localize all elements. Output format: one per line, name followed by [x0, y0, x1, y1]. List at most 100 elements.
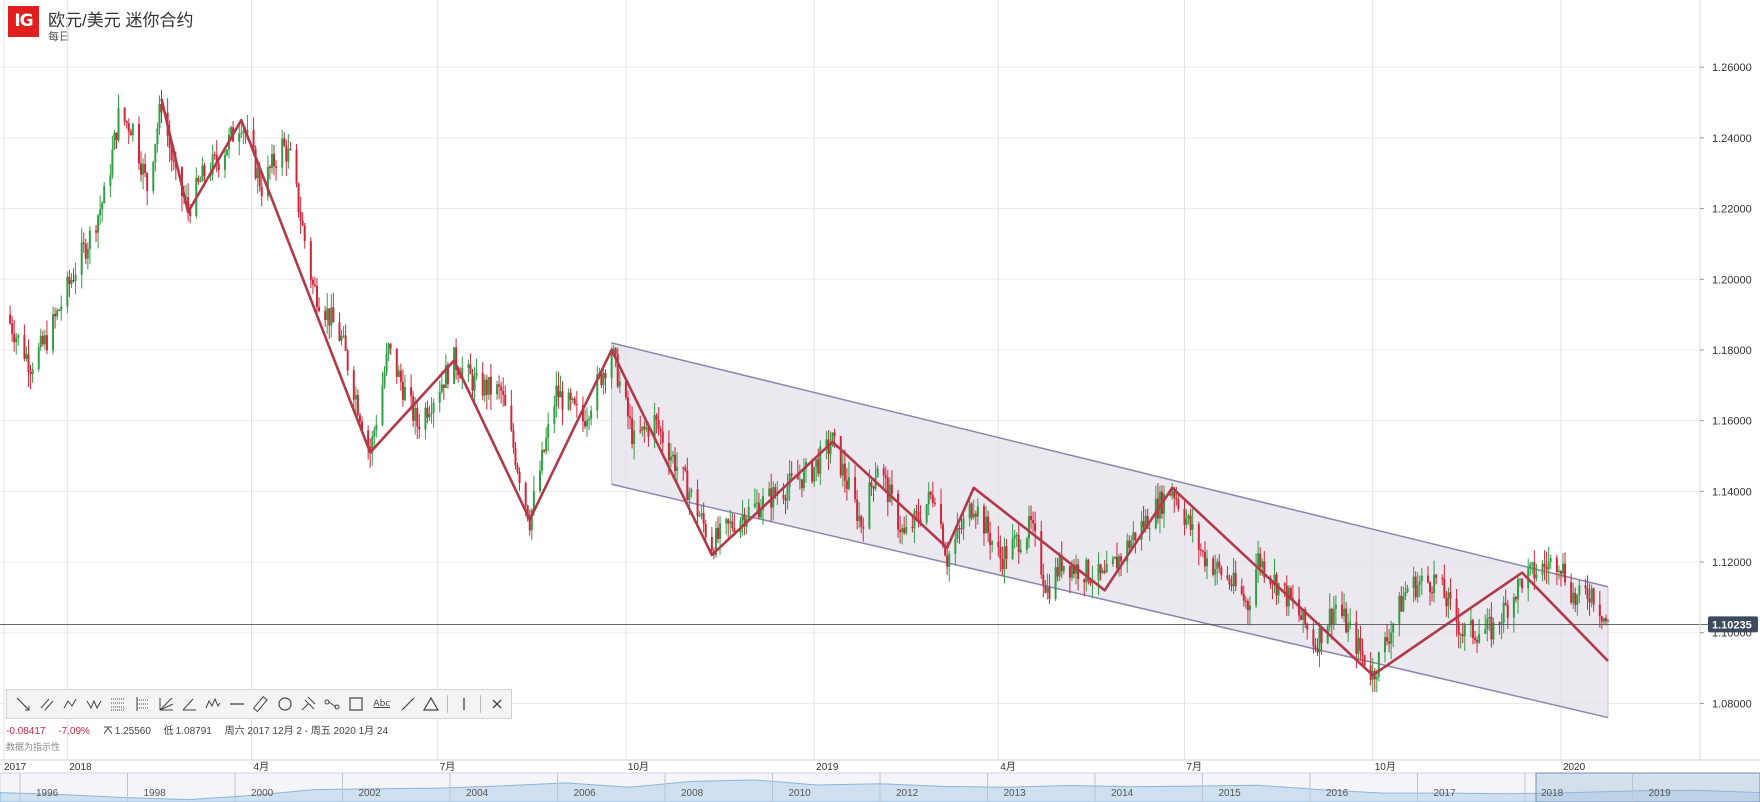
candle-body [342, 335, 345, 337]
candle-body [1212, 558, 1215, 575]
candle-body [25, 354, 28, 359]
candle-body [1488, 616, 1491, 619]
candle-body [303, 225, 306, 242]
pitchfork-tool-icon[interactable] [299, 693, 319, 715]
candle-body [917, 511, 920, 520]
price-chart[interactable]: 1.26000 1.24000 1.22000 1.20000 1.18000 1.160… [0, 0, 1760, 802]
candle-body [1242, 593, 1245, 601]
rectangle-tool-icon[interactable] [346, 693, 366, 715]
horizontal-line-tool-icon[interactable] [227, 693, 247, 715]
candle-body [669, 456, 672, 461]
candle-body [1400, 595, 1403, 612]
candle-body [1359, 637, 1362, 651]
candle-body [633, 430, 636, 445]
candle-body [1590, 588, 1593, 603]
candle-body [1187, 515, 1190, 520]
fib-fan-tool-icon[interactable] [156, 693, 176, 715]
candle-body [575, 403, 578, 405]
candle-body [154, 144, 157, 163]
fib-retracement-tool-icon[interactable] [108, 693, 128, 715]
candle-body [1244, 600, 1247, 602]
candle-body [717, 528, 719, 539]
candle-body [968, 503, 971, 519]
candle-body [1132, 532, 1135, 541]
candle-body [854, 477, 857, 500]
candle-body [768, 488, 771, 496]
candle-body [275, 166, 278, 168]
candle-body [1183, 508, 1186, 525]
candle-body [1514, 597, 1517, 600]
close-icon[interactable] [487, 693, 507, 715]
navigator-year-label: 2019 [1649, 788, 1672, 799]
candle-body [604, 372, 607, 379]
candle-body [618, 381, 621, 387]
candle-body [1101, 570, 1104, 573]
line-tool-icon[interactable] [398, 693, 418, 715]
candle-body [129, 131, 132, 136]
polyline-tool-icon[interactable] [61, 693, 81, 715]
vertical-line-tool-icon[interactable] [454, 693, 474, 715]
candle-body [696, 489, 699, 517]
angle-tool-icon[interactable] [180, 693, 200, 715]
candle-body [1070, 565, 1073, 578]
trend-line-tool-icon[interactable] [13, 693, 33, 715]
candle-body [700, 513, 703, 516]
candle-body [753, 503, 756, 507]
high-value-wrap: 1.25560 [103, 726, 151, 737]
candle-body [731, 521, 734, 529]
candle-body [39, 335, 42, 348]
candle-body [95, 230, 98, 233]
candle-body [1474, 637, 1477, 641]
candle-body [831, 432, 834, 447]
candle-body [940, 504, 943, 525]
candle-body [131, 123, 134, 136]
candle-body [1334, 604, 1337, 609]
candle-body [1343, 608, 1346, 617]
candle-body [1486, 618, 1489, 630]
regression-channel[interactable] [611, 342, 1609, 719]
candle-body [1205, 558, 1208, 567]
candle-body [886, 477, 889, 503]
pattern-tool-icon[interactable] [203, 693, 223, 715]
text-tool-icon[interactable]: Abc [370, 693, 394, 715]
candle-body [56, 310, 59, 317]
candle-body [1228, 578, 1231, 585]
x-tick-label: 10月 [1375, 761, 1396, 773]
zigzag-tool-icon[interactable] [84, 693, 104, 715]
candle-body [1502, 602, 1505, 624]
navigator[interactable]: 1996 1998 2000 2002 2004 2006 2008 2010 2012 2013… [0, 772, 1760, 802]
candle-body [1478, 633, 1481, 643]
candle-body [567, 392, 570, 410]
candle-body [43, 335, 46, 345]
candle-body [985, 516, 988, 534]
candle-body [915, 511, 918, 513]
candle-body [1564, 563, 1567, 583]
parallel-lines-tool-icon[interactable] [37, 693, 57, 715]
candle-body [931, 495, 934, 503]
candle-body [1535, 574, 1538, 579]
candle-body [354, 395, 357, 400]
candle-body [82, 242, 85, 244]
candle-body [1283, 583, 1286, 586]
candle-body [882, 468, 885, 476]
candle-body [309, 241, 312, 280]
circle-tool-icon[interactable] [275, 693, 295, 715]
candle-body [1607, 620, 1609, 622]
channel-fill[interactable] [611, 342, 1609, 719]
fib-extension-tool-icon[interactable] [132, 693, 152, 715]
candle-body [1557, 570, 1560, 572]
candle-body [373, 430, 376, 437]
candle-body [643, 426, 646, 430]
candle-body [1459, 634, 1462, 636]
triangle-tool-icon[interactable] [422, 693, 442, 715]
candle-body [1355, 622, 1358, 654]
ruler-tool-icon[interactable] [251, 693, 271, 715]
candle-body [1232, 572, 1235, 587]
path-tool-icon[interactable] [322, 693, 342, 715]
candle-body [905, 526, 908, 534]
candle-body [1054, 567, 1057, 599]
y-tick-label: 1.22000 [1712, 204, 1752, 216]
candle-body [1463, 625, 1466, 637]
candle-body [1111, 558, 1114, 565]
candle-body [268, 166, 271, 169]
